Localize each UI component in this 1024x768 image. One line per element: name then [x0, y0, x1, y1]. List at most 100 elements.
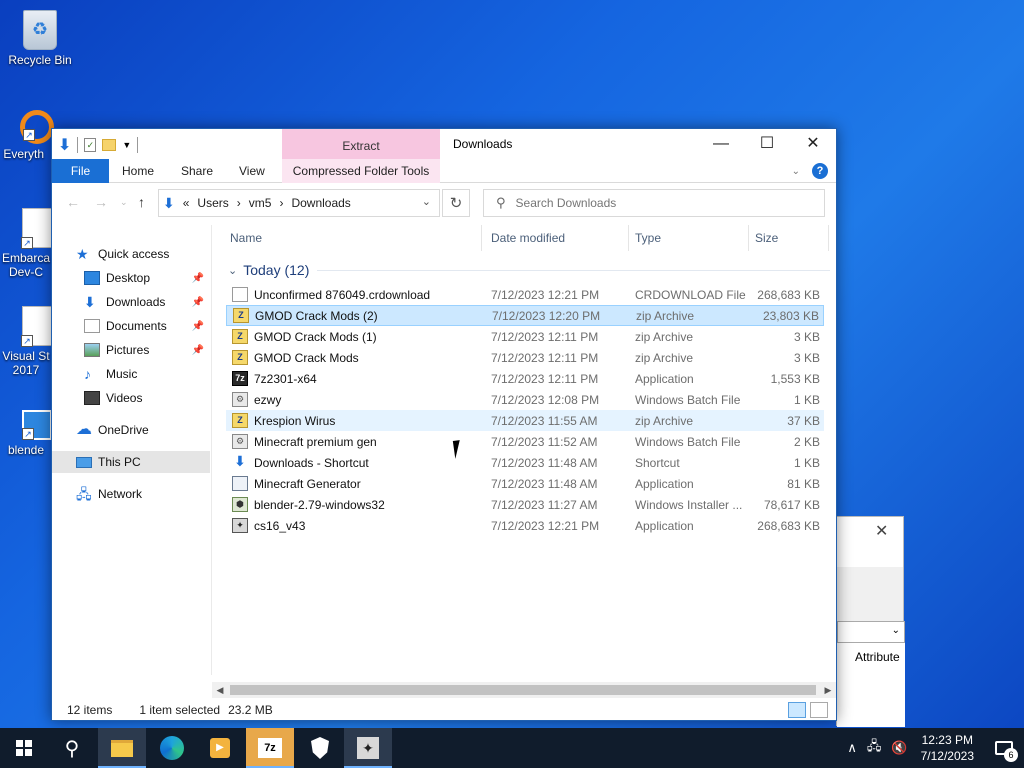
tab-share[interactable]: Share	[181, 159, 213, 183]
desktop-icon-recycle-bin[interactable]: Recycle Bin	[2, 10, 78, 67]
nav-onedrive[interactable]: ☁ OneDrive	[52, 419, 210, 441]
column-header-size[interactable]: Size	[749, 225, 829, 251]
nav-videos[interactable]: Videos	[52, 387, 210, 409]
scrollbar-thumb[interactable]	[230, 685, 816, 695]
file-date: 7/12/2023 11:52 AM	[491, 434, 598, 449]
nav-documents[interactable]: Documents 📌	[52, 315, 210, 337]
dialog-close-button[interactable]: ✕	[875, 521, 888, 541]
file-row[interactable]: Z GMOD Crack Mods (1) 7/12/2023 12:11 PM…	[226, 326, 824, 347]
file-row[interactable]: ⚙ Minecraft premium gen 7/12/2023 11:52 …	[226, 431, 824, 452]
taskbar-media-player[interactable]: ▶	[196, 728, 244, 768]
breadcrumb-downloads[interactable]: Downloads	[291, 196, 350, 210]
close-button[interactable]: ✕	[790, 129, 836, 159]
clock[interactable]: 12:23 PM 7/12/2023	[921, 732, 974, 764]
properties-icon[interactable]: ✓	[84, 138, 97, 152]
dialog-combo[interactable]: ⌄	[837, 621, 905, 643]
breadcrumb-vm5[interactable]: vm5	[249, 196, 272, 210]
maximize-button[interactable]: ☐	[744, 129, 790, 159]
column-header-name[interactable]: Name	[224, 225, 482, 251]
taskbar-security[interactable]	[296, 728, 344, 768]
volume-muted-icon[interactable]: 🔇	[891, 740, 907, 756]
file-size: 3 KB	[793, 350, 820, 365]
nav-desktop[interactable]: Desktop 📌	[52, 267, 210, 289]
breadcrumb-separator[interactable]: ›	[237, 196, 241, 210]
shield-icon	[311, 737, 329, 759]
network-tray-icon[interactable]: 🖧	[867, 737, 882, 759]
search-box[interactable]: ⚲	[483, 189, 825, 217]
document-icon: ↗	[21, 306, 52, 347]
group-header-today[interactable]: ⌄ Today (12)	[224, 259, 830, 281]
zip-icon: Z	[233, 308, 249, 323]
file-name: GMOD Crack Mods (2)	[255, 308, 378, 323]
file-row-hovered[interactable]: Z Krespion Wirus 7/12/2023 11:55 AM zip …	[226, 410, 824, 431]
address-history-chevron-icon[interactable]: ⌄	[422, 195, 431, 208]
nav-label: Desktop	[106, 271, 151, 285]
file-row[interactable]: Minecraft Generator 7/12/2023 11:48 AM A…	[226, 473, 824, 494]
refresh-button[interactable]: ↻	[442, 189, 470, 217]
taskbar-file-explorer[interactable]	[98, 728, 146, 768]
tab-file[interactable]: File	[52, 159, 109, 183]
notification-center-button[interactable]: 6	[984, 728, 1024, 768]
windows-logo-icon	[16, 740, 32, 756]
up-button[interactable]: ↑	[138, 194, 145, 210]
taskbar-search-button[interactable]: ⚲	[48, 728, 96, 768]
chevron-up-icon[interactable]: ∧	[847, 740, 857, 756]
breadcrumb-users[interactable]: Users	[197, 196, 228, 210]
documents-folder-icon	[84, 319, 100, 333]
tab-view[interactable]: View	[239, 159, 265, 183]
breadcrumb-separator[interactable]: ›	[279, 196, 283, 210]
large-icons-view-icon[interactable]	[810, 702, 828, 718]
back-button[interactable]: ←	[66, 194, 80, 210]
group-collapse-chevron-icon[interactable]: ⌄	[228, 264, 237, 277]
file-name: ezwy	[254, 392, 282, 407]
taskbar-7zip[interactable]: 7z	[246, 728, 294, 768]
column-header-date[interactable]: Date modified	[485, 225, 629, 251]
search-input[interactable]	[515, 196, 796, 210]
new-folder-icon[interactable]	[102, 139, 117, 151]
horizontal-scrollbar[interactable]: ◀ ▶	[212, 682, 836, 698]
shortcut-arrow-icon: ↗	[23, 129, 35, 141]
column-header-type[interactable]: Type	[629, 225, 749, 251]
tab-home[interactable]: Home	[122, 159, 154, 183]
nav-this-pc[interactable]: This PC	[52, 451, 210, 473]
nav-downloads[interactable]: ⬇ Downloads 📌	[52, 291, 210, 313]
details-view-icon[interactable]	[788, 702, 806, 718]
start-button[interactable]	[0, 728, 48, 768]
file-row-selected[interactable]: Z GMOD Crack Mods (2) 7/12/2023 12:20 PM…	[226, 305, 824, 326]
file-row[interactable]: Unconfirmed 876049.crdownload 7/12/2023 …	[226, 284, 824, 305]
expand-ribbon-chevron-icon[interactable]: ⌄	[792, 166, 800, 177]
file-date: 7/12/2023 11:48 AM	[491, 455, 598, 470]
file-row[interactable]: ⬇ Downloads - Shortcut 7/12/2023 11:48 A…	[226, 452, 824, 473]
file-row[interactable]: ⚙ ezwy 7/12/2023 12:08 PM Windows Batch …	[226, 389, 824, 410]
taskbar-counter-strike[interactable]: ✦	[344, 728, 392, 768]
file-row[interactable]: 7z 7z2301-x64 7/12/2023 12:11 PM Applica…	[226, 368, 824, 389]
tab-compressed-folder-tools[interactable]: Compressed Folder Tools	[282, 159, 440, 183]
nav-quick-access[interactable]: ★ Quick access	[52, 243, 210, 265]
videos-folder-icon	[84, 391, 100, 405]
nav-pictures[interactable]: Pictures 📌	[52, 339, 210, 361]
breadcrumb-overflow[interactable]: «	[183, 196, 190, 210]
music-folder-icon: ♪	[84, 366, 91, 382]
scroll-left-icon[interactable]: ◀	[212, 682, 228, 698]
taskbar-edge[interactable]	[148, 728, 196, 768]
file-row[interactable]: Z GMOD Crack Mods 7/12/2023 12:11 PM zip…	[226, 347, 824, 368]
address-bar[interactable]: ⬇ « Users › vm5 › Downloads ⌄	[158, 189, 440, 217]
nav-label: Quick access	[98, 247, 170, 261]
document-icon: ↗	[21, 208, 52, 249]
minimize-button[interactable]: —	[698, 129, 744, 159]
app-icon	[232, 476, 248, 491]
installer-icon: ⬢	[232, 497, 248, 512]
nav-music[interactable]: ♪ Music	[52, 363, 210, 385]
nav-network[interactable]: 🖧 Network	[52, 483, 210, 505]
file-row[interactable]: ✦ cs16_v43 7/12/2023 12:21 PM Applicatio…	[226, 515, 824, 536]
file-row[interactable]: ⬢ blender-2.79-windows32 7/12/2023 11:27…	[226, 494, 824, 515]
customize-toolbar-caret-icon[interactable]: ▼	[122, 140, 131, 150]
file-size: 1,553 KB	[770, 371, 820, 386]
help-icon[interactable]: ?	[812, 163, 828, 179]
file-size: 81 KB	[787, 476, 820, 491]
forward-button[interactable]: →	[94, 194, 108, 210]
recent-locations-chevron-icon[interactable]: ⌄	[120, 197, 128, 208]
extract-context-tab-group[interactable]: Extract	[282, 129, 440, 159]
nav-label: OneDrive	[98, 423, 149, 437]
scroll-right-icon[interactable]: ▶	[820, 682, 836, 698]
